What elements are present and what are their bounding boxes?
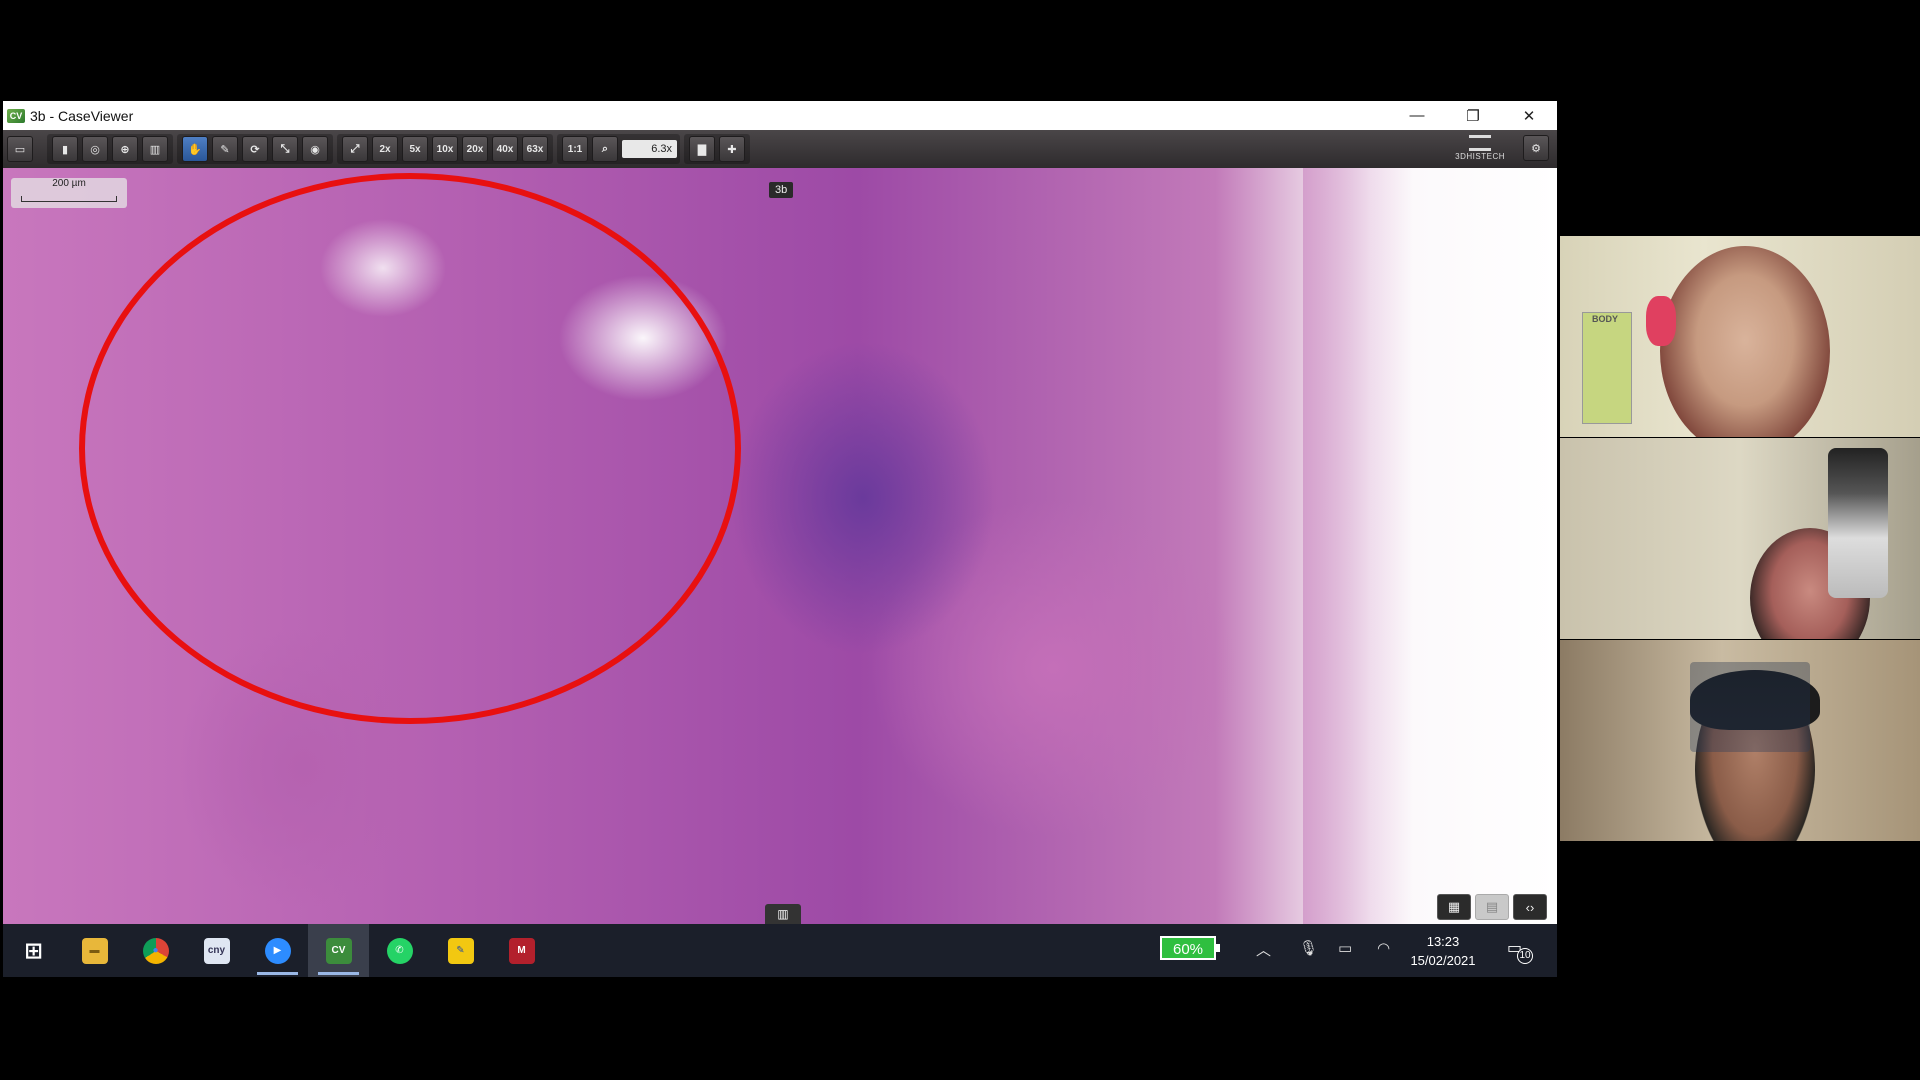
participant-1-video	[1660, 246, 1830, 437]
video-tile-participant-2[interactable]	[1560, 438, 1920, 639]
zoom-20x-button[interactable]: 20x	[462, 136, 488, 162]
brand-name: 3DHISTECH	[1455, 152, 1505, 161]
taskbar-cny[interactable]: cny	[186, 924, 247, 977]
measure-icon[interactable]: ⤡	[272, 136, 298, 162]
thumbnail-strip-handle[interactable]: ▥	[765, 904, 801, 924]
video-tile-participant-3[interactable]	[1560, 640, 1920, 841]
brand-logo: 3DHISTECH	[1455, 135, 1505, 161]
plugin-puzzle-icon[interactable]: ✚	[719, 136, 745, 162]
scale-bar: 200 µm	[11, 178, 127, 208]
taskbar-whatsapp[interactable]: ✆	[369, 924, 430, 977]
caseviewer-window: CV 3b - CaseViewer — ❐ ✕ ▭ ▮ ◎ ⊕ ▥ ✋ ✎ ⟳…	[3, 101, 1557, 977]
clock-time: 13:23	[1426, 934, 1460, 949]
grid-view-icon[interactable]: ▦	[1437, 894, 1471, 920]
zoom-search-icon[interactable]: ⌕	[592, 136, 618, 162]
navigator-icon[interactable]: ◎	[82, 136, 108, 162]
chevron-up-icon[interactable]: ︿	[1256, 939, 1271, 960]
3dhistech-logo-icon	[1469, 135, 1492, 151]
zoom-40x-button[interactable]: 40x	[492, 136, 518, 162]
title-bar: CV 3b - CaseViewer — ❐ ✕	[3, 101, 1557, 130]
annotation-pen-icon[interactable]: ✎	[212, 136, 238, 162]
whatsapp-icon: ✆	[386, 937, 413, 964]
barcode-icon[interactable]: ▥	[142, 136, 168, 162]
red-ellipse-annotation	[79, 173, 741, 724]
zoom-video-icon: ▶	[264, 937, 291, 964]
snapshot-camera-icon[interactable]: ◉	[302, 136, 328, 162]
window-background	[1690, 662, 1810, 752]
pan-tool-icon[interactable]: ✋	[182, 136, 208, 162]
microphone-icon[interactable]: 🎙	[1299, 939, 1318, 957]
wall-poster	[1582, 312, 1632, 424]
microscope-icon	[1828, 448, 1888, 598]
slide-name-label: 3b	[769, 182, 794, 198]
taskbar-file-explorer[interactable]: ▬	[64, 924, 125, 977]
restore-button[interactable]: ❐	[1445, 101, 1501, 130]
mendeley-icon: M	[508, 937, 535, 964]
sticky-notes-icon: ✎	[447, 937, 474, 964]
video-tile-participant-1[interactable]: BODY	[1560, 236, 1920, 437]
taskbar-caseviewer[interactable]: CV	[308, 924, 369, 977]
taskbar-sticky-notes[interactable]: ✎	[430, 924, 491, 977]
taskbar-zoom[interactable]: ▶	[247, 924, 308, 977]
magnifier-icon[interactable]: ⊕	[112, 136, 138, 162]
system-clock[interactable]: 13:23 15/02/2021	[1393, 932, 1493, 970]
prev-next-arrows-icon[interactable]: ‹›	[1513, 894, 1547, 920]
chrome-icon: ●	[142, 937, 169, 964]
clock-date: 15/02/2021	[1410, 953, 1476, 968]
slide-icon[interactable]: ▮	[52, 136, 78, 162]
poster-label: BODY	[1592, 314, 1619, 324]
taskbar-mendeley[interactable]: M	[491, 924, 552, 977]
notification-count: 10	[1517, 948, 1533, 964]
zoom-10x-button[interactable]: 10x	[432, 136, 458, 162]
zoom-63x-button[interactable]: 63x	[522, 136, 548, 162]
settings-gear-icon[interactable]: ⚙	[1523, 135, 1549, 161]
notification-center-icon[interactable]: ▭ 10	[1507, 938, 1533, 964]
close-button[interactable]: ✕	[1501, 101, 1557, 130]
caseviewer-icon: CV	[325, 937, 352, 964]
zoom-level-field[interactable]: 6.3x	[622, 140, 677, 158]
battery-icon[interactable]: ▭	[1338, 939, 1352, 957]
slide-viewport[interactable]: 200 µm 3b ▥ ▦ ▤ ‹›	[3, 168, 1557, 924]
scale-bar-label: 200 µm	[52, 178, 86, 189]
viewer-toolbar: ▭ ▮ ◎ ⊕ ▥ ✋ ✎ ⟳ ⤡ ◉ ⤢ 2x 5x 10x 20x 40x …	[3, 130, 1557, 168]
minimize-button[interactable]: —	[1389, 101, 1445, 130]
taskbar-chrome[interactable]: ●	[125, 924, 186, 977]
window-title: 3b - CaseViewer	[30, 107, 134, 124]
fit-to-screen-icon[interactable]: ⤢	[342, 136, 368, 162]
headphones-icon	[1646, 296, 1676, 346]
list-view-icon[interactable]: ▤	[1475, 894, 1509, 920]
battery-percentage[interactable]: 60%	[1160, 936, 1220, 960]
scale-bar-line	[21, 196, 117, 202]
folder-icon: ▬	[81, 937, 108, 964]
cny-app-icon: cny	[203, 937, 230, 964]
start-button[interactable]: ⊞	[3, 924, 64, 977]
caseviewer-logo-icon: CV	[7, 108, 25, 123]
zoom-2x-button[interactable]: 2x	[372, 136, 398, 162]
histogram-icon[interactable]: ▇	[689, 136, 715, 162]
windows-taskbar: ⊞ ▬ ● cny ▶ CV ✆ ✎ M 60% ︿ 🎙 ▭ ◠ 13:23 1…	[3, 924, 1557, 977]
rotate-icon[interactable]: ⟳	[242, 136, 268, 162]
windows-logo-icon: ⊞	[24, 937, 43, 963]
zoom-5x-button[interactable]: 5x	[402, 136, 428, 162]
monitor-icon[interactable]: ▭	[7, 136, 33, 162]
zoom-1-1-button[interactable]: 1:1	[562, 136, 588, 162]
tissue-edge	[1303, 168, 1413, 924]
wifi-icon[interactable]: ◠	[1377, 939, 1390, 957]
